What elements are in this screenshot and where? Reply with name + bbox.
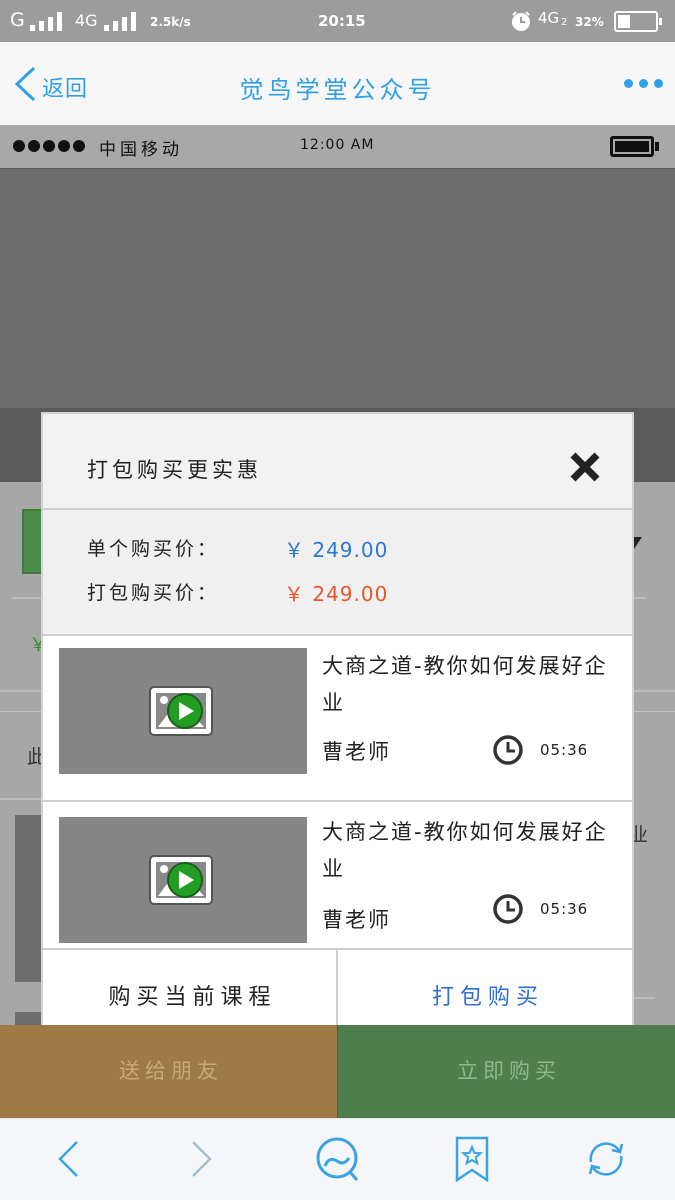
course-item[interactable]: 大商之道-教你如何发展好企业 曹老师 05:36 (43, 802, 632, 950)
course-duration: 05:36 (540, 741, 589, 759)
course-duration: 05:36 (540, 900, 589, 918)
clock-time: 20:15 (318, 12, 366, 30)
network-type-1b: 4G (75, 11, 98, 30)
system-status-bar: G 4G 2.5k/s 20:15 4G 2 32% (0, 0, 675, 42)
bookmark-star-icon[interactable] (448, 1135, 496, 1183)
bundle-price-value: ￥ 249.00 (284, 582, 389, 606)
more-dots-icon[interactable] (622, 79, 664, 89)
browser-toolbar (0, 1118, 675, 1200)
buy-now-button[interactable]: 立即购买 (337, 1025, 675, 1118)
network-speed: 2.5k/s (150, 15, 191, 29)
battery-percent: 32% (575, 15, 604, 29)
signal-icon (104, 12, 138, 31)
sim-index: 2 (561, 17, 568, 28)
close-icon[interactable] (569, 451, 601, 483)
single-price-row: 单个购买价： ￥ 249.00 (87, 534, 607, 562)
forward-icon[interactable] (178, 1135, 226, 1183)
course-title: 大商之道-教你如何发展好企业 (322, 654, 608, 715)
divider (632, 997, 655, 999)
course-item[interactable]: 大商之道-教你如何发展好企业 曹老师 05:36 (43, 636, 632, 802)
mockup-carrier: 中国移动 (99, 140, 183, 160)
purchase-footer: 送给朋友 立即购买 (0, 1025, 675, 1118)
battery-icon (614, 11, 662, 32)
alarm-icon (510, 10, 532, 32)
video-play-icon (148, 684, 218, 738)
course-thumbnail (59, 648, 307, 774)
back-icon[interactable] (44, 1135, 92, 1183)
mockup-status-bar: 中国移动 12:00 AM (0, 125, 675, 168)
price-section: 单个购买价： ￥ 249.00 打包购买价： ￥ 249.00 (43, 510, 632, 636)
video-play-icon (148, 853, 218, 907)
single-price-label: 单个购买价： (87, 538, 220, 560)
mockup-time: 12:00 AM (300, 137, 375, 153)
refresh-icon[interactable] (582, 1135, 630, 1183)
course-teacher: 曹老师 (322, 908, 391, 932)
signal-dots-icon (13, 140, 93, 152)
bundle-purchase-dialog: 打包购买更实惠 单个购买价： ￥ 249.00 打包购买价： ￥ 249.00 (43, 414, 632, 1046)
dialog-header: 打包购买更实惠 (43, 414, 632, 510)
course-teacher: 曹老师 (322, 740, 391, 764)
bundle-price-label: 打包购买价： (87, 582, 220, 604)
divider (632, 597, 646, 599)
bundle-price-row: 打包购买价： ￥ 249.00 (87, 578, 607, 606)
dialog-title: 打包购买更实惠 (87, 458, 262, 482)
hero-image-placeholder (0, 168, 675, 408)
signal-icon (30, 12, 64, 31)
single-price-value: ￥ 249.00 (284, 538, 389, 562)
home-bubble-icon[interactable] (313, 1135, 361, 1183)
course-title: 大商之道-教你如何发展好企业 (322, 820, 608, 881)
course-thumbnail (59, 817, 307, 943)
gift-to-friend-button[interactable]: 送给朋友 (0, 1025, 337, 1118)
battery-icon (610, 136, 659, 157)
network-type-2: 4G (538, 9, 560, 27)
clock-icon (492, 734, 524, 766)
page-title: 觉鸟学堂公众号 (239, 76, 436, 104)
clock-icon (492, 893, 524, 925)
nav-bar: 返回 觉鸟学堂公众号 (0, 42, 675, 125)
network-type-1: G (10, 9, 25, 31)
